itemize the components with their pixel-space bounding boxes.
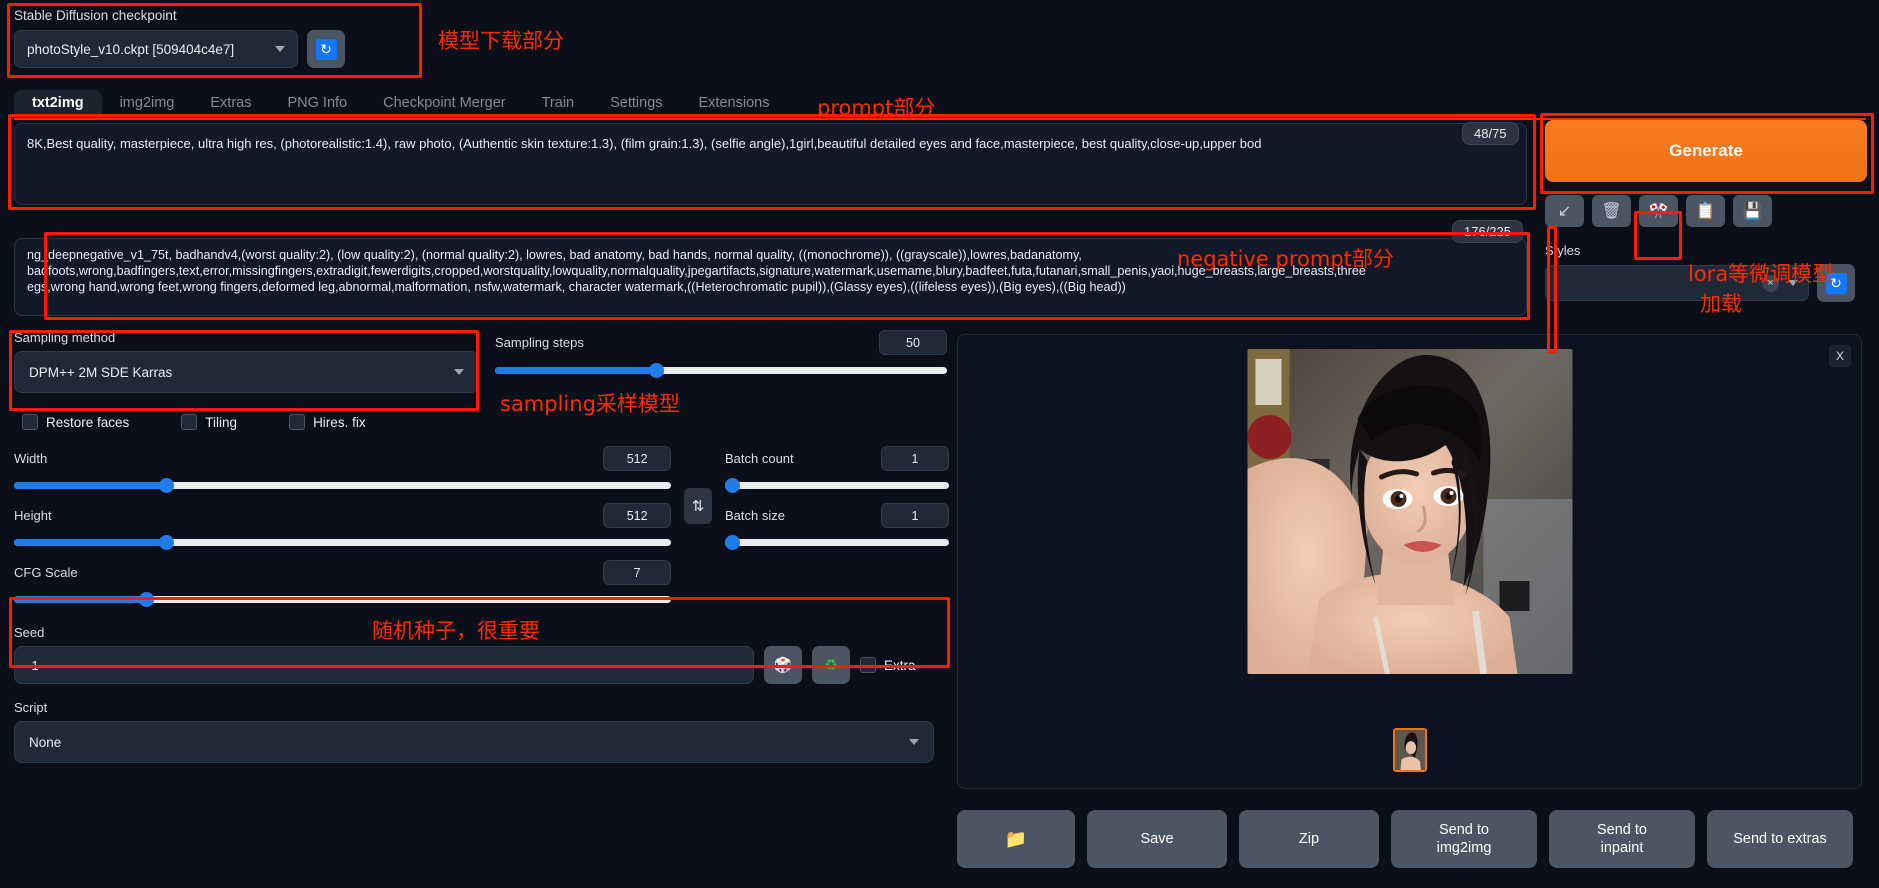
height-value[interactable]: 512 [603,503,672,528]
refresh-checkpoint-button[interactable]: ↻ [307,30,345,68]
chevron-down-icon [454,369,464,375]
prompt-input[interactable]: 8K,Best quality, masterpiece, ultra high… [14,123,1527,205]
prompt-token-counter: 48/75 [1462,122,1519,145]
annotation-text-lora: lora等微调模型 [1688,262,1834,286]
tab-extras[interactable]: Extras [192,90,269,118]
annotation-text-checkpoint: 模型下载部分 [438,29,564,53]
annotation-text-sampling: sampling采样模型 [500,392,680,416]
restore-faces-label: Restore faces [46,414,130,430]
sampling-steps-value[interactable]: 50 [879,330,947,355]
prompt-tool-row: ↙ 🗑 🎌 📋 💾 [1545,195,1867,227]
checkpoint-select[interactable]: photoStyle_v10.ckpt [509404c4e7] [14,30,298,68]
tab-png-info[interactable]: PNG Info [269,90,365,118]
clipboard-icon[interactable]: 📋 [1686,195,1725,227]
script-label: Script [14,700,48,715]
script-value: None [29,734,62,750]
height-slider[interactable] [14,535,672,550]
restore-faces-checkbox[interactable]: Restore faces [22,414,129,430]
generated-image[interactable] [1247,349,1572,674]
checkpoint-label: Stable Diffusion checkpoint [14,8,177,23]
cfg-scale-value[interactable]: 7 [603,560,672,585]
tiling-label: Tiling [205,414,238,430]
extra-label: Extra [884,657,916,673]
chevron-down-icon [909,739,919,745]
swap-dimensions-button[interactable]: ⇅ [684,488,713,524]
checkpoint-value: photoStyle_v10.ckpt [509404c4e7] [27,41,235,57]
checkbox-icon [181,414,198,430]
tab-settings[interactable]: Settings [592,90,680,118]
save-style-icon[interactable]: 💾 [1733,195,1772,227]
tab-img2img[interactable]: img2img [102,90,193,118]
tab-txt2img[interactable]: txt2img [14,90,102,118]
sampling-steps-label: Sampling steps [495,335,584,350]
zip-button[interactable]: Zip [1239,810,1379,868]
checkbox-icon [289,414,306,430]
save-button[interactable]: Save [1087,810,1227,868]
sampling-method-label: Sampling method [14,330,116,345]
open-folder-button[interactable]: 📁 [957,810,1075,868]
folder-icon: 📁 [1004,828,1028,849]
generated-image-thumbnail[interactable] [1392,728,1427,772]
chevron-down-icon [275,46,285,52]
script-select[interactable]: None [14,721,934,763]
hires-fix-label: Hires. fix [313,414,366,430]
height-label: Height [14,508,52,523]
annotation-text-prompt: prompt部分 [817,96,936,120]
arrow-down-left-icon[interactable]: ↙ [1545,195,1584,227]
send-to-extras-button[interactable]: Send to extras [1707,810,1853,868]
annotation-text-negative-prompt: negative prompt部分 [1177,247,1394,271]
refresh-icon: ↻ [315,38,337,60]
cfg-scale-label: CFG Scale [14,565,78,580]
batch-size-slider[interactable] [724,535,949,550]
batch-count-value[interactable]: 1 [881,446,949,471]
width-value[interactable]: 512 [603,446,672,471]
annotation-text-lora-2: 加载 [1700,292,1742,316]
prompt-text: 8K,Best quality, masterpiece, ultra high… [27,136,1262,151]
checkbox-icon [860,657,876,673]
recycle-icon[interactable]: ♻ [812,646,850,684]
tiling-checkbox[interactable]: Tiling [181,414,237,430]
batch-size-label: Batch size [724,508,785,523]
styles-label: Styles [1545,243,1581,258]
send-to-inpaint-button[interactable]: Send to inpaint [1549,810,1695,868]
batch-size-value[interactable]: 1 [881,503,949,528]
batch-count-slider[interactable] [724,478,949,493]
output-gallery: X [957,334,1862,789]
negative-prompt-line-3: egs,wrong hand,wrong feet,wrong fingers,… [27,280,1126,295]
extra-networks-icon[interactable]: 🎌 [1639,195,1678,227]
annotation-text-seed: 随机种子，很重要 [372,619,540,643]
sampling-method-select[interactable]: DPM++ 2M SDE Karras [14,351,479,393]
stable-diffusion-webui: Stable Diffusion checkpoint photoStyle_v… [0,0,1879,888]
hires-fix-checkbox[interactable]: Hires. fix [289,414,366,430]
tab-checkpoint-merger[interactable]: Checkpoint Merger [365,90,524,118]
gallery-actions: 📁 Save Zip Send to img2img Send to inpai… [957,810,1853,868]
generate-button[interactable]: Generate [1545,120,1867,182]
width-slider[interactable] [14,478,672,493]
seed-value: -1 [27,657,39,673]
trash-icon[interactable]: 🗑 [1592,195,1631,227]
sampling-method-value: DPM++ 2M SDE Karras [29,364,173,380]
sampling-steps-slider[interactable] [495,363,947,378]
tab-extensions[interactable]: Extensions [681,90,788,118]
tab-train[interactable]: Train [524,90,593,118]
extra-seed-checkbox[interactable]: Extra [860,657,916,673]
dice-icon[interactable]: 🎲 [764,646,802,684]
settings-column: Sampling method DPM++ 2M SDE Karras Samp… [14,330,949,763]
main-tabs: txt2img img2img Extras PNG Info Checkpoi… [14,88,787,118]
batch-count-label: Batch count [724,451,794,466]
close-icon[interactable]: X [1829,345,1851,367]
send-to-img2img-button[interactable]: Send to img2img [1391,810,1537,868]
width-label: Width [14,451,48,466]
checkpoint-section: Stable Diffusion checkpoint photoStyle_v… [14,8,364,68]
cfg-scale-slider[interactable] [14,592,672,607]
checkbox-icon [22,414,38,430]
negative-prompt-token-counter: 176/225 [1452,220,1523,243]
seed-input[interactable]: -1 [14,646,754,684]
